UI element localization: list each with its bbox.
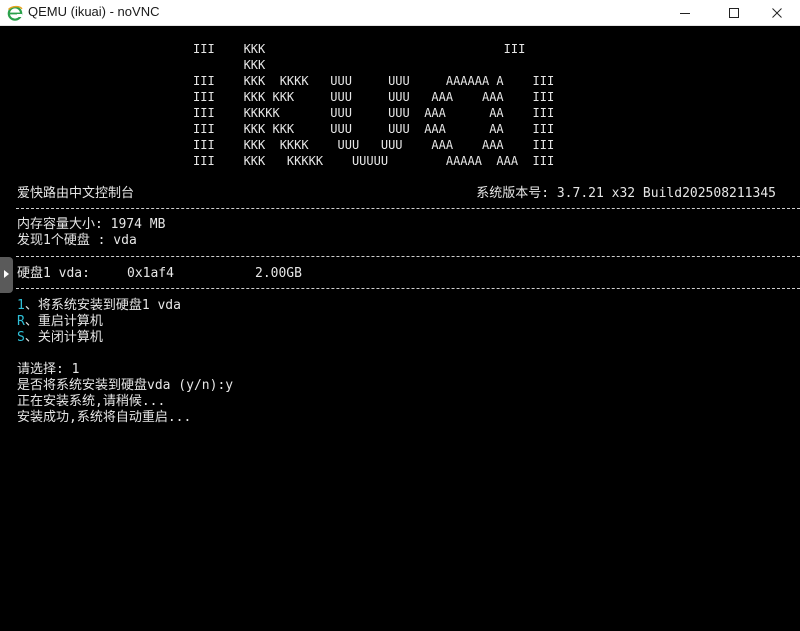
menu-label: 、关闭计算机 [24, 330, 103, 345]
log-line: 正在安装系统,请稍候... [17, 394, 166, 409]
window-title: QEMU (ikuai) - noVNC [28, 4, 160, 19]
logo-line: III KKK KKK UUU UUU AAA AAA III [193, 90, 555, 104]
menu-item-shutdown: S、关闭计算机 [17, 330, 103, 346]
log-line: 是否将系统安装到硬盘vda (y/n):y [17, 378, 234, 393]
logo-line: III KKK KKKKK UUUUU AAAAA AAA III [193, 154, 555, 168]
menu-label: 、重启计算机 [24, 314, 103, 329]
disk-id: 0x1af4 [127, 266, 174, 281]
menu-key: S [17, 330, 25, 345]
menu-key: R [17, 314, 25, 329]
logo-line: III KKK KKKK UUU UUU AAAAAA A III [193, 74, 555, 88]
system-version: 系统版本号: 3.7.21 x32 Build202508211345 [476, 186, 776, 201]
disks-found: 发现1个硬盘 : vda [17, 233, 137, 248]
logo-line: III KKK KKK UUU UUU AAA AA III [193, 122, 555, 136]
maximize-icon [729, 8, 739, 18]
close-icon [772, 8, 782, 18]
separator [16, 256, 800, 257]
menu-label: 、将系统安装到硬盘1 vda [24, 298, 181, 313]
ie-e-icon [7, 5, 23, 21]
vnc-screen[interactable]: III KKK III KKK III KKK KKKK UUU UUU AAA… [0, 26, 800, 631]
menu-item-reboot: R、重启计算机 [17, 314, 103, 330]
chevron-right-icon [4, 270, 9, 278]
separator [16, 208, 800, 209]
logo-line: III KKK III [193, 42, 526, 56]
maximize-button[interactable] [711, 0, 757, 26]
disk-label: 硬盘1 vda: [17, 266, 90, 281]
menu-key: 1 [17, 298, 25, 313]
minimize-icon [680, 13, 690, 14]
console-title: 爱快路由中文控制台 [17, 186, 135, 201]
memory-info: 内存容量大小: 1974 MB [17, 217, 166, 232]
logo-line: III KKKKK UUU UUU AAA AA III [193, 106, 555, 120]
log-line: 安装成功,系统将自动重启... [17, 410, 192, 425]
close-button[interactable] [754, 0, 800, 26]
separator [16, 288, 800, 289]
menu-item-install: 1、将系统安装到硬盘1 vda [17, 298, 181, 314]
window-titlebar[interactable]: QEMU (ikuai) - noVNC [0, 0, 800, 26]
disk-size: 2.00GB [255, 266, 302, 281]
minimize-button[interactable] [662, 0, 708, 26]
logo-line: III KKK KKKK UUU UUU AAA AAA III [193, 138, 555, 152]
novnc-control-bar-handle[interactable] [0, 257, 13, 293]
novnc-window: QEMU (ikuai) - noVNC III KKK III KKK III… [0, 0, 800, 631]
logo-line: KKK [193, 58, 266, 72]
log-line: 请选择: 1 [17, 362, 80, 377]
